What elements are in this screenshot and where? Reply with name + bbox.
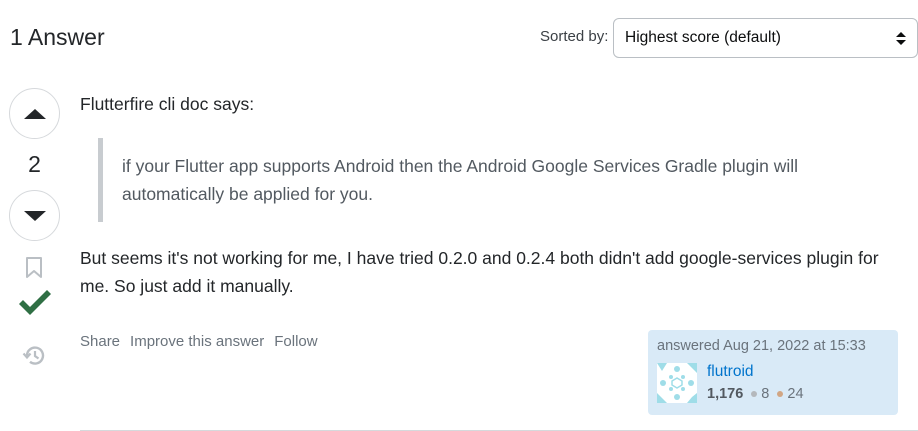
answer-outro-text: But seems it's not working for me, I hav…	[80, 248, 879, 296]
post-menu: Share Improve this answer Follow	[80, 333, 318, 350]
history-icon[interactable]	[22, 343, 47, 368]
bronze-badge-icon	[777, 391, 784, 397]
user-card: answered Aug 21, 2022 at 15:33 flutroid …	[648, 330, 898, 415]
silver-badge-count: 8	[761, 386, 770, 402]
answer-blockquote: if your Flutter app supports Android the…	[98, 138, 878, 222]
bookmark-icon[interactable]	[24, 256, 44, 280]
follow-link[interactable]: Follow	[274, 333, 317, 350]
upvote-button[interactable]	[9, 88, 60, 139]
share-link[interactable]: Share	[80, 333, 120, 350]
sort-label: Sorted by:	[540, 28, 609, 45]
sort-select[interactable]: Highest score (default)	[613, 18, 918, 58]
user-name-link[interactable]: flutroid	[707, 363, 754, 381]
answer-count-heading: 1 Answer	[10, 24, 105, 50]
reputation-score: 1,176	[707, 386, 744, 402]
downvote-button[interactable]	[9, 190, 60, 241]
answered-time: answered Aug 21, 2022 at 15:33	[657, 338, 866, 354]
arrow-up-icon	[23, 108, 46, 119]
accepted-check-icon	[19, 290, 51, 315]
arrow-down-icon	[23, 210, 46, 221]
silver-badge-icon	[751, 391, 758, 397]
vote-score: 2	[28, 151, 41, 177]
sort-selected-value: Highest score (default)	[625, 29, 781, 46]
bronze-badge-count: 24	[787, 386, 804, 402]
sort-arrows-icon	[896, 32, 906, 45]
user-avatar[interactable]	[657, 363, 697, 403]
user-stats: 1,176 8 24	[707, 386, 810, 402]
answer-intro-text: Flutterfire cli doc says:	[80, 94, 255, 114]
improve-answer-link[interactable]: Improve this answer	[130, 333, 264, 350]
